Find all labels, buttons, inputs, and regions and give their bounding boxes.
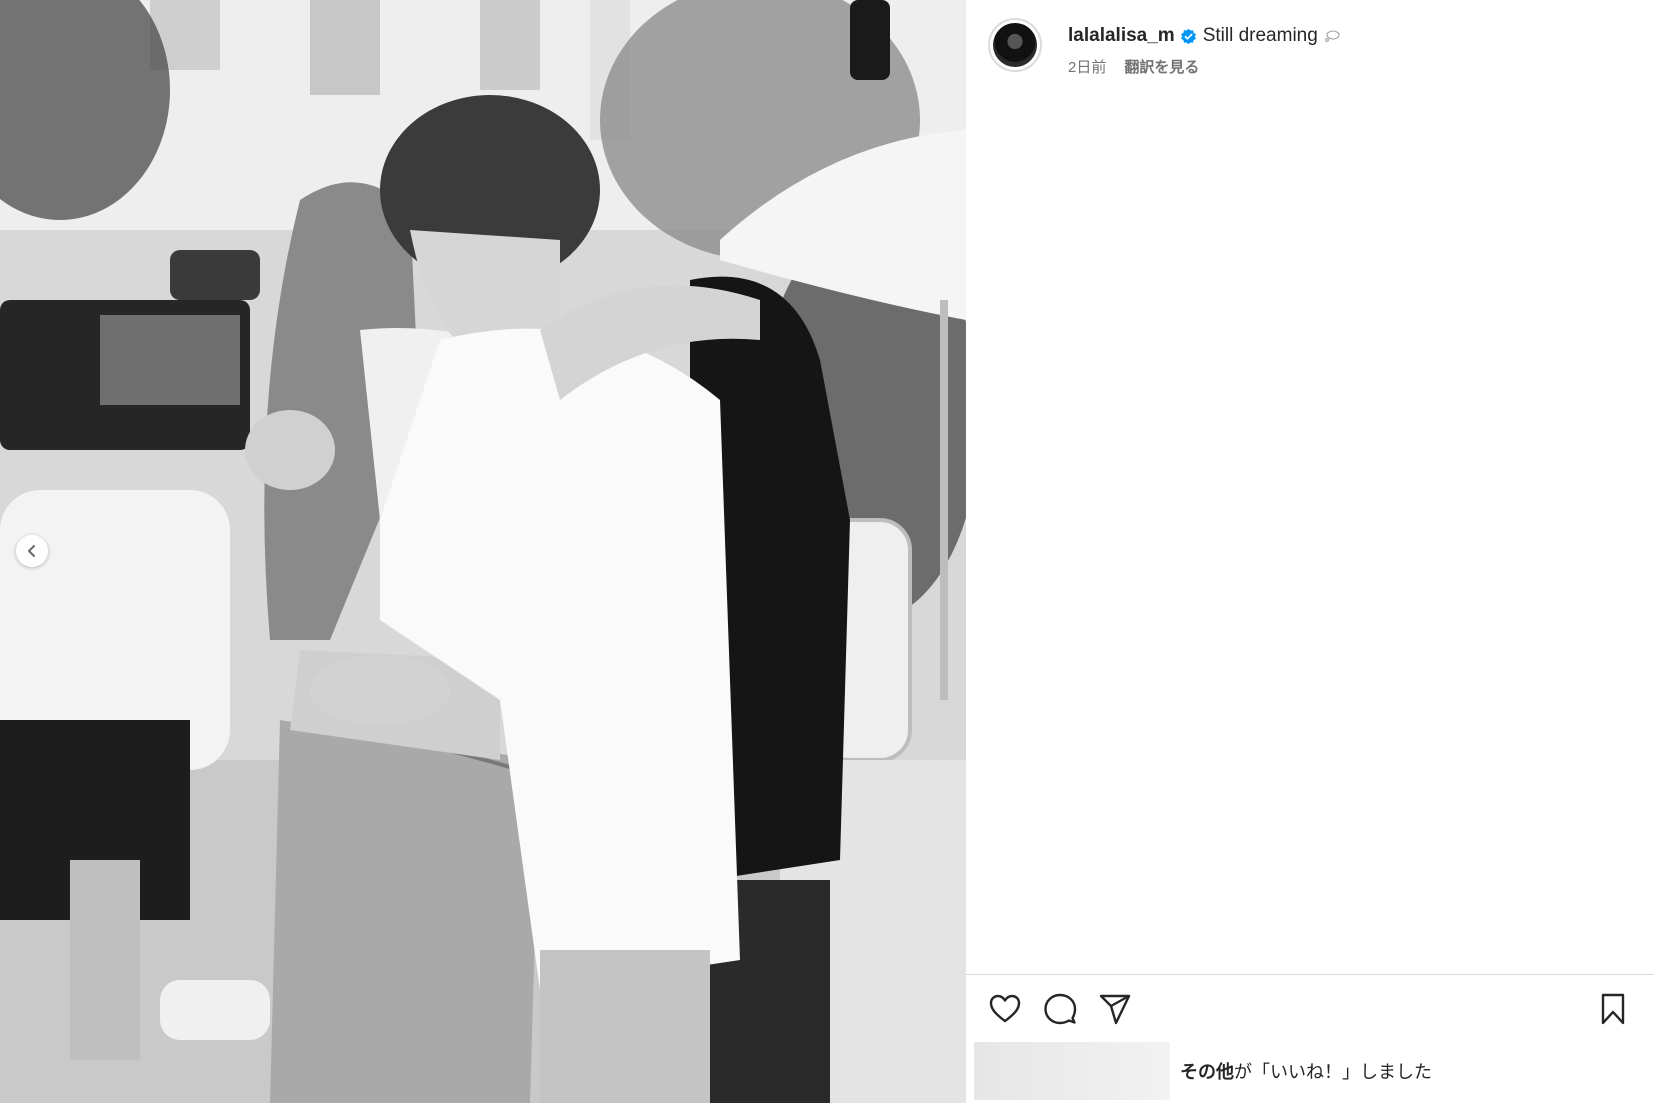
like-button[interactable] (988, 992, 1022, 1026)
translate-link[interactable]: 翻訳を見る (1124, 56, 1199, 77)
thought-bubble-icon (1324, 30, 1340, 42)
likes-row: その他が「いいね！」しました (974, 1042, 1646, 1100)
actions-divider (966, 974, 1654, 975)
post-side-panel: lalalalisa_m Still dreaming 2日前 翻訳を見る その… (966, 0, 1654, 1103)
avatar-image (993, 23, 1037, 67)
verified-badge-icon (1180, 28, 1196, 44)
comment-icon (1044, 993, 1077, 1025)
likes-others-link[interactable]: その他 (1180, 1062, 1234, 1082)
likes-summary: その他が「いいね！」しました (1180, 1058, 1432, 1084)
caption-line: lalalalisa_m Still dreaming (1068, 25, 1340, 47)
username-link[interactable]: lalalalisa_m (1068, 25, 1175, 47)
likes-rest-text: が「いいね！」しました (1234, 1062, 1432, 1082)
share-button[interactable] (1098, 992, 1132, 1026)
paper-plane-icon (1099, 994, 1131, 1025)
post-header: lalalalisa_m Still dreaming 2日前 翻訳を見る (988, 18, 1628, 88)
save-button[interactable] (1596, 992, 1630, 1026)
photo-image (0, 0, 966, 1103)
avatar[interactable] (988, 18, 1042, 72)
comment-button[interactable] (1043, 992, 1077, 1026)
post-time[interactable]: 2日前 (1068, 56, 1106, 77)
carousel-prev-button[interactable] (16, 535, 48, 567)
likes-avatar-placeholder (974, 1042, 1170, 1100)
chevron-left-icon (28, 545, 35, 557)
caption-text: Still dreaming (1202, 25, 1318, 46)
bookmark-icon (1601, 993, 1625, 1025)
post-photo[interactable] (0, 0, 966, 1103)
action-bar (988, 992, 1634, 1030)
post-meta: 2日前 翻訳を見る (1068, 56, 1199, 77)
heart-icon (989, 994, 1021, 1023)
